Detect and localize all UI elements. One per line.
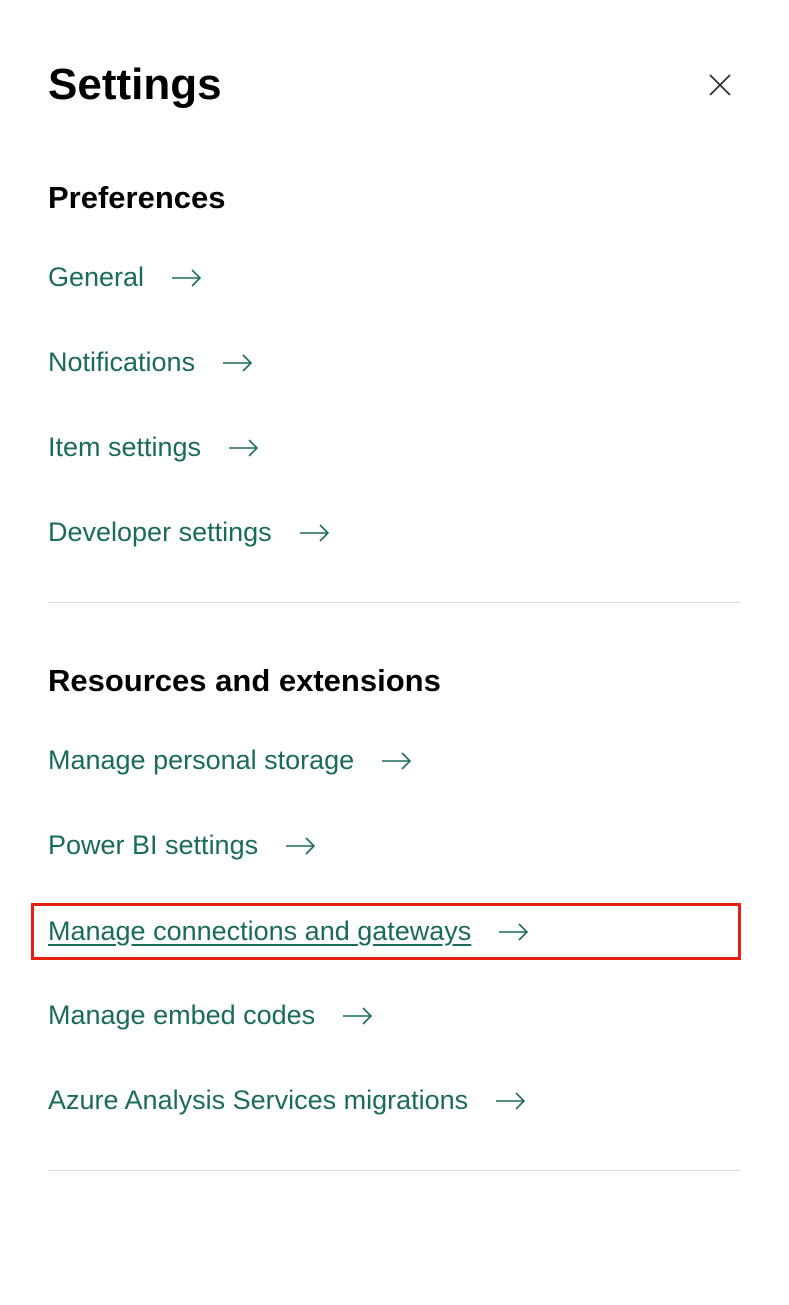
menu-item-label: General [48,262,144,293]
menu-item-label: Azure Analysis Services migrations [48,1085,468,1116]
resources-section-title: Resources and extensions [48,663,741,699]
menu-item-general[interactable]: General [48,262,204,293]
section-divider [48,602,741,603]
close-button[interactable] [699,64,741,106]
menu-item-label: Manage embed codes [48,1000,315,1031]
settings-header: Settings [48,60,741,110]
arrow-right-icon [221,353,255,373]
arrow-right-icon [170,268,204,288]
menu-item-label: Item settings [48,432,201,463]
menu-item-manage-connections-gateways[interactable]: Manage connections and gateways [48,916,531,947]
menu-item-label: Power BI settings [48,830,258,861]
highlighted-annotation: Manage connections and gateways [31,903,741,960]
menu-item-label: Notifications [48,347,195,378]
arrow-right-icon [227,438,261,458]
preferences-section-title: Preferences [48,180,741,216]
menu-item-power-bi-settings[interactable]: Power BI settings [48,830,318,861]
page-title: Settings [48,60,222,110]
menu-item-label: Developer settings [48,517,272,548]
menu-item-label: Manage connections and gateways [48,916,471,947]
arrow-right-icon [380,751,414,771]
menu-item-manage-personal-storage[interactable]: Manage personal storage [48,745,414,776]
menu-item-label: Manage personal storage [48,745,354,776]
menu-item-item-settings[interactable]: Item settings [48,432,261,463]
arrow-right-icon [298,523,332,543]
arrow-right-icon [494,1091,528,1111]
arrow-right-icon [341,1006,375,1026]
arrow-right-icon [497,922,531,942]
menu-item-notifications[interactable]: Notifications [48,347,255,378]
menu-item-manage-embed-codes[interactable]: Manage embed codes [48,1000,375,1031]
arrow-right-icon [284,836,318,856]
close-icon [705,70,735,100]
section-divider [48,1170,741,1171]
menu-item-azure-analysis-services-migrations[interactable]: Azure Analysis Services migrations [48,1085,528,1116]
menu-item-developer-settings[interactable]: Developer settings [48,517,332,548]
